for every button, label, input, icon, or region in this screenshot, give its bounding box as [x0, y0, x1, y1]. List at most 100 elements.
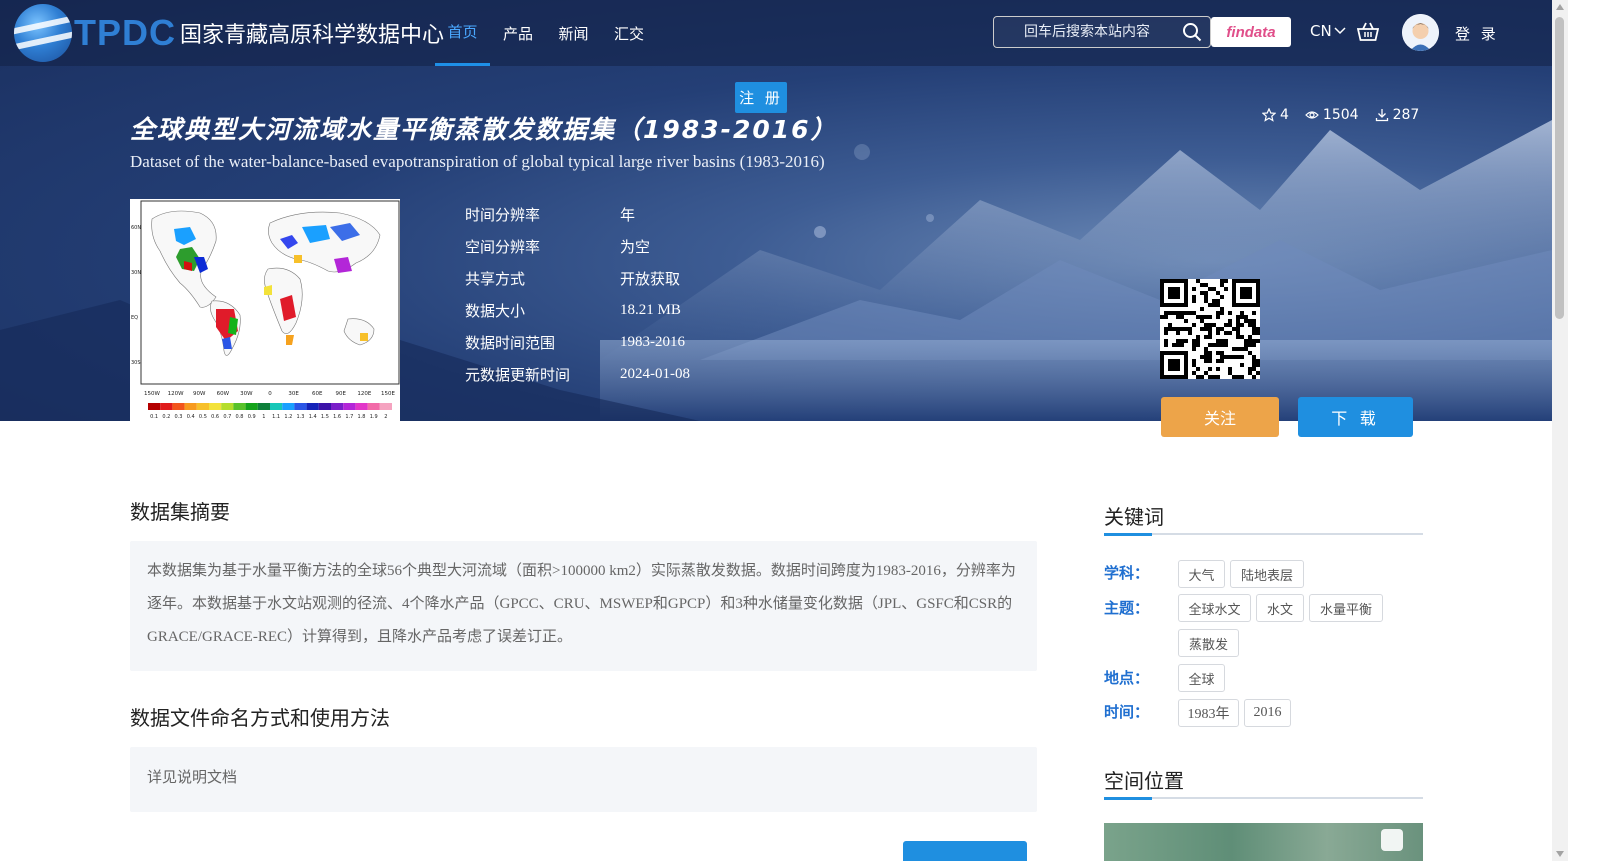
dataset-thumbnail[interactable]: 150W 120W 90W 60W 30W 0 30E 60E 90E 120E 150E 60N 3…: [130, 199, 400, 421]
thumbnail-x-tick: 30E: [288, 391, 299, 397]
colorbar-swatch: [245, 403, 258, 410]
time-label: 时间：: [1104, 703, 1150, 721]
thumbnail-y-tick: 30N: [131, 270, 141, 276]
search-input[interactable]: [994, 17, 1174, 47]
colorbar-swatch: [160, 403, 173, 410]
login-link[interactable]: 登 录: [1455, 23, 1499, 44]
colorbar-label: 1.7: [345, 414, 353, 420]
scrollbar-thumb[interactable]: [1555, 17, 1564, 319]
dataset-stats: 4 1504 287: [1262, 107, 1419, 123]
language-switcher[interactable]: CN: [1310, 22, 1346, 40]
theme-label: 主题：: [1104, 599, 1150, 617]
shopping-basket-icon[interactable]: [1357, 22, 1379, 42]
download-icon: [1375, 109, 1388, 122]
keyword-tag[interactable]: 1983年: [1178, 699, 1239, 727]
colorbar-swatch: [184, 403, 197, 410]
main-nav: 首页 产品 新闻 汇交: [435, 0, 657, 66]
user-avatar[interactable]: [1402, 14, 1439, 51]
colorbar-label: 1.3: [297, 414, 305, 420]
nav-news[interactable]: 新闻: [546, 0, 601, 66]
spatial-location-map[interactable]: [1104, 823, 1423, 861]
thumbnail-x-tick: 60W: [217, 391, 230, 397]
colorbar-label: 1: [262, 414, 265, 420]
meta-key: 数据时间范围: [465, 333, 556, 352]
meta-row-time-range: 数据时间范围 1983-2016: [465, 326, 690, 358]
colorbar-label: 1.6: [333, 414, 341, 420]
colorbar-swatch: [209, 403, 222, 410]
colorbar-swatch: [257, 403, 270, 410]
file-naming-box: 详见说明文档: [130, 747, 1037, 812]
qr-code: [1160, 279, 1260, 379]
map-control-icon[interactable]: [1381, 829, 1403, 851]
colorbar-label: 0.7: [223, 414, 231, 420]
meta-row-data-size: 数据大小 18.21 MB: [465, 294, 690, 326]
thumbnail-y-tick: 30S: [131, 360, 141, 366]
meta-value: 18.21 MB: [620, 301, 681, 318]
stars-stat[interactable]: 4: [1262, 107, 1289, 123]
thumbnail-x-tick: 90E: [336, 391, 347, 397]
scroll-down-arrow-icon[interactable]: [1556, 851, 1564, 857]
keyword-tag[interactable]: 全球水文: [1178, 594, 1251, 622]
colorbar-label: 0.9: [248, 414, 256, 420]
partial-action-button[interactable]: [903, 841, 1027, 861]
scroll-up-arrow-icon[interactable]: [1556, 4, 1564, 10]
nav-home[interactable]: 首页: [435, 0, 490, 66]
colorbar-label: 1.4: [309, 414, 317, 420]
abstract-box: 本数据集为基于水量平衡方法的全球56个典型大河流域（面积>100000 km2）…: [130, 541, 1037, 671]
keyword-tag[interactable]: 水量平衡: [1309, 594, 1383, 622]
globe-logo-icon: [14, 4, 72, 62]
colorbar-swatch: [233, 403, 246, 410]
keyword-tag[interactable]: 陆地表层: [1230, 560, 1304, 588]
meta-key: 空间分辨率: [465, 237, 541, 256]
spatial-divider: [1104, 797, 1423, 800]
colorbar-label: 0.6: [211, 414, 219, 420]
colorbar-label: 0.4: [187, 414, 195, 420]
colorbar-label: 1.5: [321, 414, 329, 420]
colorbar-label: 0.8: [236, 414, 244, 420]
follow-button[interactable]: 关注: [1161, 397, 1279, 437]
meta-row-temporal-resolution: 时间分辨率 年: [465, 198, 690, 230]
thumbnail-x-tick: 30W: [240, 391, 253, 397]
site-logo[interactable]: TPDC 国家青藏高原科学数据中心: [14, 4, 444, 62]
thumbnail-map-image: 150W 120W 90W 60W 30W 0 30E 60E 90E 120E 150E 60N 3…: [131, 200, 400, 420]
dataset-title-en: Dataset of the water-balance-based evapo…: [130, 152, 825, 171]
meta-value: 开放获取: [620, 269, 681, 288]
keyword-tag[interactable]: 水文: [1256, 594, 1304, 622]
colorbar-label: 2: [384, 414, 387, 420]
keyword-tag[interactable]: 蒸散发: [1178, 629, 1239, 657]
colorbar-label: 0.5: [199, 414, 207, 420]
page-scrollbar[interactable]: [1552, 0, 1568, 861]
abstract-text: 本数据集为基于水量平衡方法的全球56个典型大河流域（面积>100000 km2）…: [147, 563, 1016, 645]
subject-label: 学科：: [1104, 564, 1150, 582]
nav-products[interactable]: 产品: [490, 0, 546, 66]
place-label: 地点：: [1104, 669, 1150, 687]
dataset-title-cn: 全球典型大河流域水量平衡蒸散发数据集（1983-2016）: [130, 115, 838, 144]
colorbar-label: 0.3: [175, 414, 183, 420]
register-button[interactable]: 注 册: [735, 82, 787, 113]
keyword-tag[interactable]: 大气: [1178, 560, 1225, 588]
meta-key: 时间分辨率: [465, 205, 541, 224]
findata-button[interactable]: findata: [1211, 17, 1291, 47]
search-icon[interactable]: [1182, 22, 1202, 42]
downloads-count: 287: [1392, 107, 1420, 123]
meta-value: 为空: [620, 237, 651, 256]
nav-submit[interactable]: 汇交: [601, 0, 657, 66]
file-naming-heading: 数据文件命名方式和使用方法: [130, 706, 390, 730]
keyword-tag[interactable]: 2016: [1244, 699, 1291, 727]
colorbar-swatch: [355, 403, 368, 410]
colorbar-swatch: [367, 403, 380, 410]
search-box: [993, 16, 1211, 48]
downloads-stat: 287: [1375, 107, 1420, 123]
file-naming-text: 详见说明文档: [147, 770, 238, 786]
colorbar-label: 1.1: [272, 414, 280, 420]
download-button[interactable]: 下 载: [1298, 397, 1413, 437]
colorbar-swatch: [318, 403, 331, 410]
colorbar-swatch: [148, 403, 161, 410]
meta-key: 元数据更新时间: [465, 365, 571, 384]
keyword-tag[interactable]: 全球: [1178, 664, 1225, 692]
thumbnail-x-tick: 0: [268, 391, 272, 397]
colorbar-label: 1.2: [284, 414, 292, 420]
meta-key: 数据大小: [465, 301, 526, 320]
thumbnail-x-tick: 60E: [312, 391, 323, 397]
views-stat: 1504: [1305, 107, 1359, 123]
